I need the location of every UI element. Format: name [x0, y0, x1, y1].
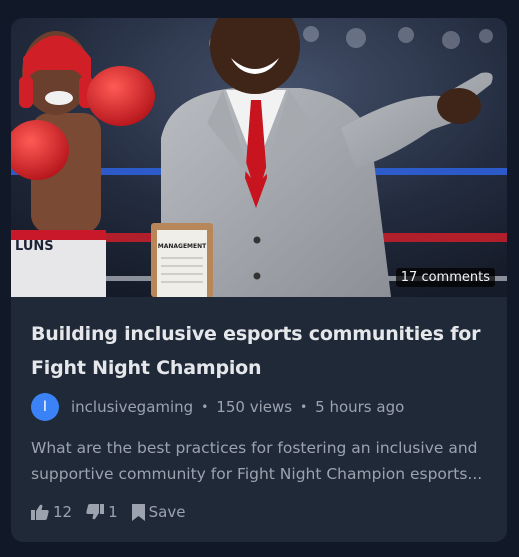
thumbs-up-icon — [31, 504, 49, 520]
video-meta: I inclusivegaming • 150 views • 5 hours … — [31, 393, 487, 421]
like-count: 12 — [53, 503, 73, 521]
meta-separator: • — [201, 400, 209, 414]
video-details: Building inclusive esports communities f… — [11, 297, 507, 521]
channel-name[interactable]: inclusivegaming — [71, 398, 193, 416]
bookmark-icon — [131, 503, 145, 521]
video-thumbnail[interactable]: LUNS MANAGEMENT 17 comments — [11, 18, 507, 297]
video-description: What are the best practices for fosterin… — [31, 439, 483, 483]
posted-time: 5 hours ago — [315, 398, 405, 416]
like-button[interactable]: 12 — [31, 503, 72, 521]
save-label: Save — [148, 503, 186, 521]
view-count: 150 views — [216, 398, 293, 416]
save-button[interactable]: Save — [131, 503, 186, 521]
comments-count-badge: 17 comments — [395, 268, 495, 287]
thumbnail-illustration: LUNS MANAGEMENT — [11, 18, 507, 297]
channel-avatar[interactable]: I — [31, 393, 59, 421]
thumbs-down-icon — [86, 504, 105, 520]
dislike-button[interactable]: 1 — [86, 503, 118, 521]
video-title[interactable]: Building inclusive esports communities f… — [31, 317, 487, 385]
action-bar: 12 1 Save — [31, 503, 487, 521]
svg-text:MANAGEMENT: MANAGEMENT — [158, 243, 207, 250]
video-card[interactable]: LUNS MANAGEMENT 17 comments Building inc… — [11, 18, 507, 542]
dislike-count: 1 — [108, 503, 118, 521]
meta-separator: • — [300, 400, 308, 414]
svg-text:LUNS: LUNS — [15, 239, 54, 254]
